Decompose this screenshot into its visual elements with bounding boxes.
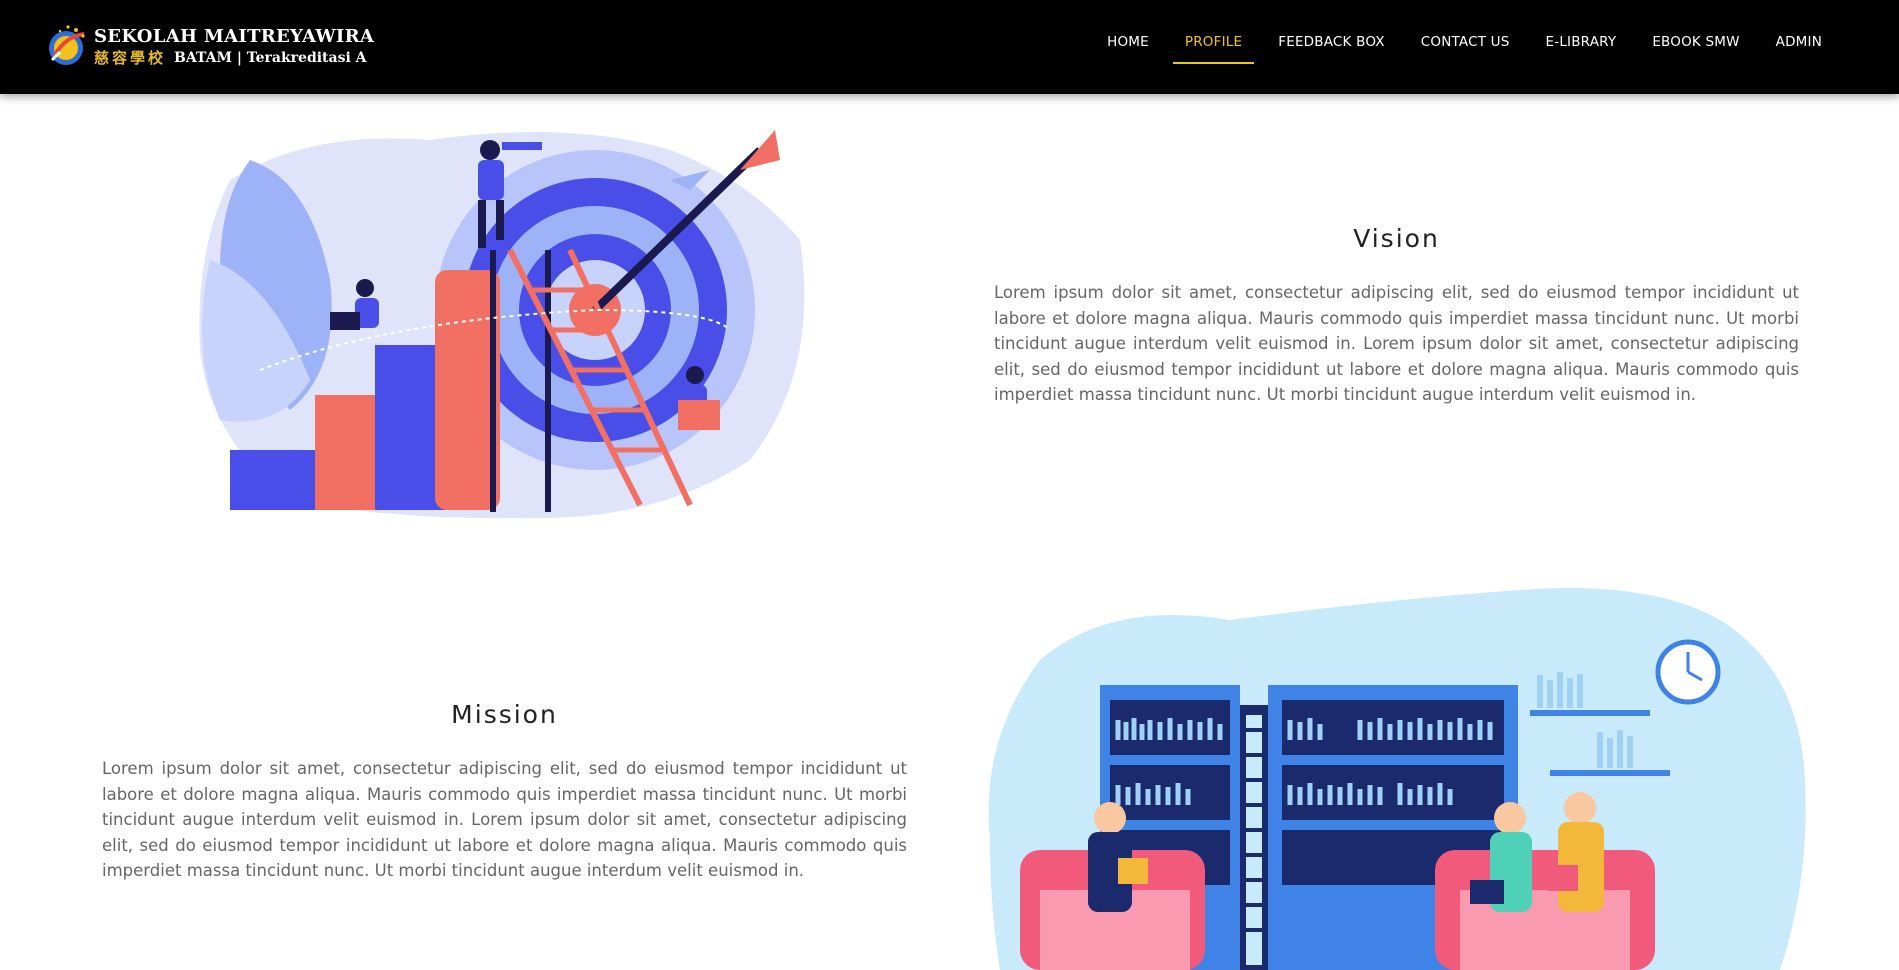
brand-name: SEKOLAH MAITREYAWIRA (94, 26, 375, 47)
main-nav: HOME PROFILE FEEDBACK BOX CONTACT US E-L… (1089, 24, 1840, 64)
brand-subtitle: BATAM | Terakreditasi A (174, 50, 367, 66)
nav-ebook-smw[interactable]: EBOOK SMW (1640, 24, 1751, 64)
brand-text: SEKOLAH MAITREYAWIRA 慈容學校 BATAM | Terakr… (94, 26, 374, 68)
library-reading-illustration (988, 588, 1806, 970)
vision-title: Vision (1353, 224, 1440, 253)
vision-text: Lorem ipsum dolor sit amet, consectetur … (994, 283, 1799, 404)
brand-chinese-name: 慈容學校 (94, 49, 167, 67)
mission-title: Mission (451, 700, 558, 729)
nav-contact-us[interactable]: CONTACT US (1409, 24, 1522, 64)
brand-logo-link[interactable]: SEKOLAH MAITREYAWIRA 慈容學校 BATAM | Terakr… (46, 22, 374, 72)
school-logo-icon (49, 25, 85, 65)
mission-text: Lorem ipsum dolor sit amet, consectetur … (102, 759, 907, 880)
nav-admin[interactable]: ADMIN (1764, 24, 1834, 64)
nav-profile[interactable]: PROFILE (1172, 24, 1255, 64)
top-navbar: SEKOLAH MAITREYAWIRA 慈容學校 BATAM | Terakr… (0, 0, 1899, 94)
nav-e-library[interactable]: E-LIBRARY (1534, 24, 1629, 64)
vision-target-illustration (199, 130, 805, 519)
nav-home[interactable]: HOME (1095, 24, 1161, 64)
nav-feedback-box[interactable]: FEEDBACK BOX (1266, 24, 1397, 64)
